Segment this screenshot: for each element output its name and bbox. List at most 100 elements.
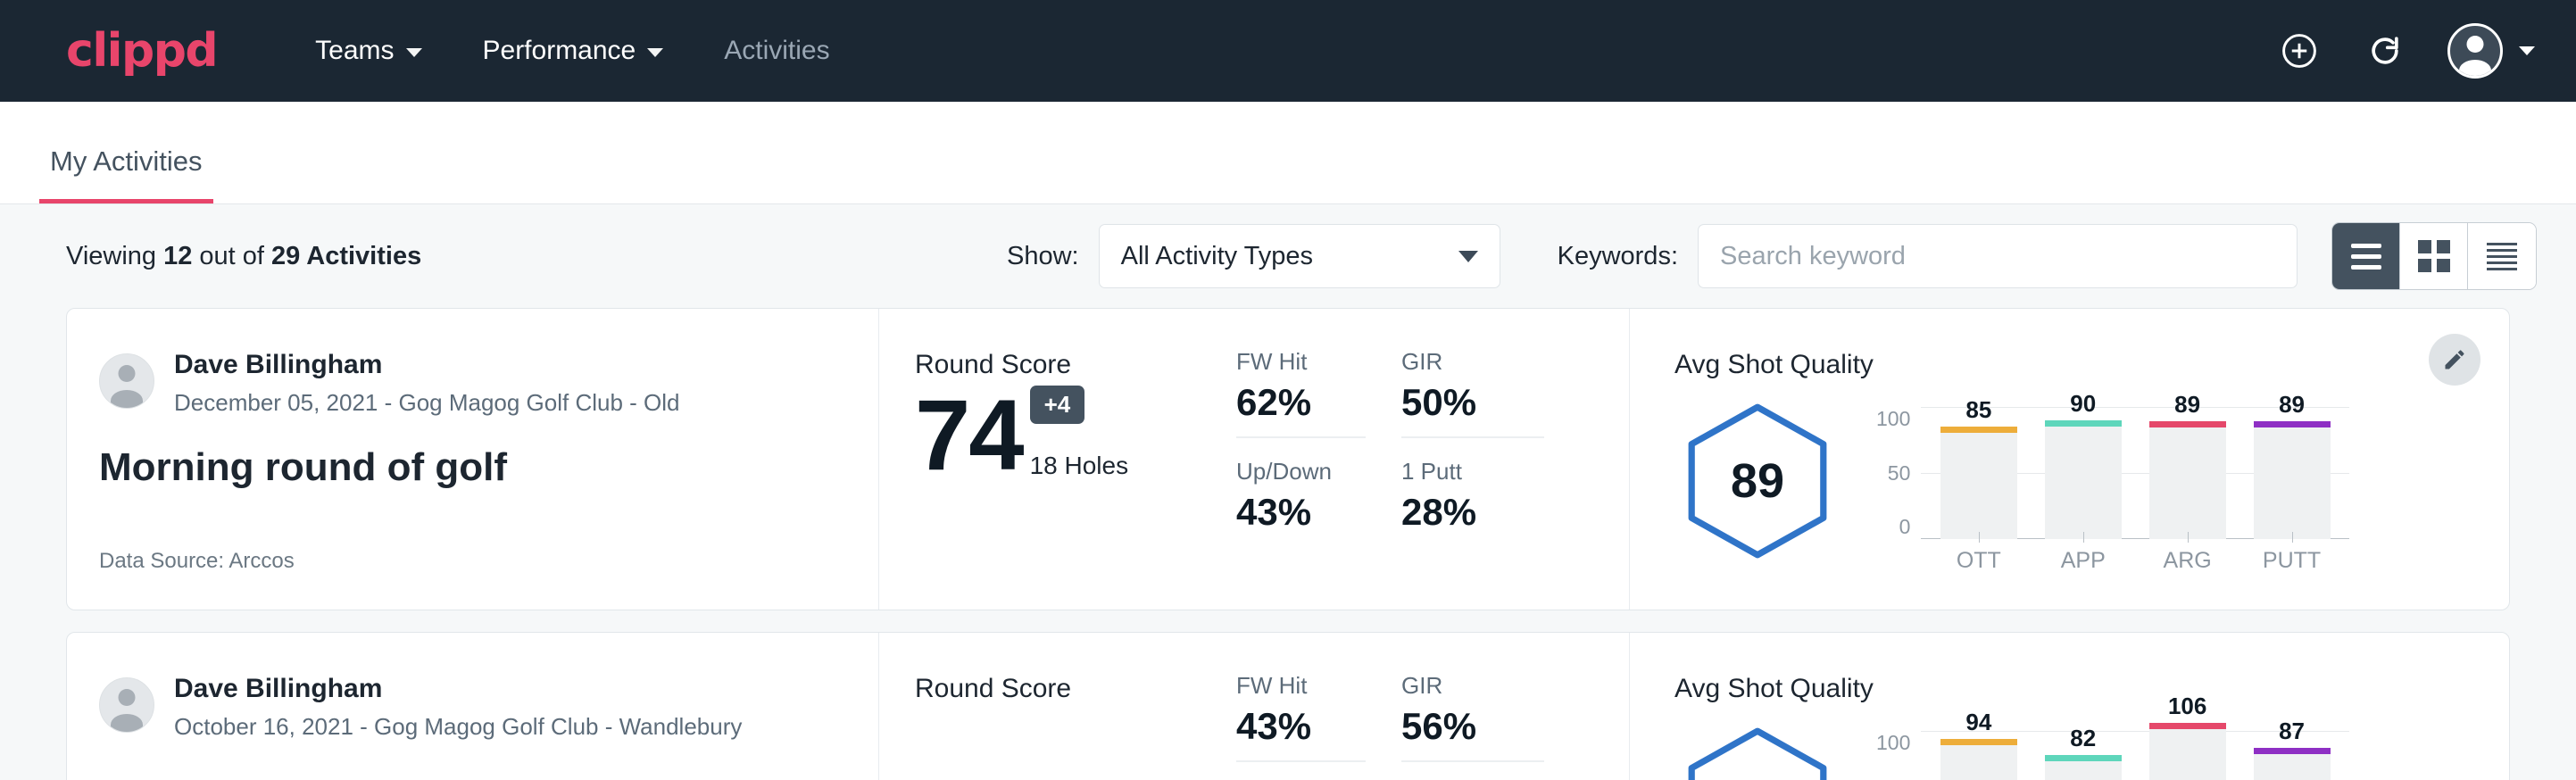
filter-controls: Show: All Activity Types Keywords:	[1007, 222, 2537, 290]
chart-plot: 94 82 106 8	[1921, 711, 2349, 780]
chart-x-axis: OTT APP ARG PUTT	[1921, 548, 2349, 574]
data-source: Data Source: Arccos	[99, 549, 843, 574]
viewing-count: 12	[163, 242, 192, 270]
stat-gir: GIR 50%	[1401, 348, 1544, 438]
bar-ott-value: 94	[1965, 709, 1991, 736]
chart-bars: 94 82 106 8	[1921, 711, 2349, 780]
author-name: Dave Billingham	[174, 350, 680, 381]
bar-app: 90	[2045, 420, 2122, 539]
avatar	[99, 677, 154, 733]
stat-up-down: Up/Down 43%	[1236, 458, 1366, 546]
shot-quality-chart: 100 50 0 94	[1876, 711, 2349, 780]
shot-quality-value: 89	[1674, 401, 1841, 561]
activity-type-select-value: All Activity Types	[1121, 242, 1313, 271]
viewing-middle: out of	[192, 242, 271, 270]
nav-item-teams[interactable]: Teams	[285, 36, 452, 66]
bar-app-value: 90	[2070, 390, 2096, 418]
activity-card[interactable]: Dave Billingham October 16, 2021 - Gog M…	[66, 632, 2510, 780]
nav-links: Teams Performance Activities	[285, 36, 860, 66]
x-label-arg: ARG	[2149, 548, 2226, 574]
activity-card[interactable]: Dave Billingham December 05, 2021 - Gog …	[66, 308, 2510, 610]
activity-summary: Dave Billingham October 16, 2021 - Gog M…	[67, 633, 879, 780]
author-name: Dave Billingham	[174, 674, 742, 705]
bar-ott: 94	[1940, 739, 2017, 780]
data-source-value: Arccos	[229, 549, 294, 573]
stat-gir-value: 56%	[1401, 705, 1544, 748]
avatar	[99, 353, 154, 409]
grid-view-icon	[2418, 240, 2450, 272]
activity-author: Dave Billingham December 05, 2021 - Gog …	[99, 350, 843, 417]
bar-putt-value: 89	[2279, 391, 2305, 419]
stat-fw-hit: FW Hit 62%	[1236, 348, 1366, 438]
nav-actions	[2276, 23, 2535, 79]
compact-view-button[interactable]	[2468, 223, 2536, 289]
search-input[interactable]	[1698, 224, 2298, 288]
tab-my-activities[interactable]: My Activities	[39, 145, 213, 203]
bar-ott: 85	[1940, 427, 2017, 539]
nav-item-performance-label: Performance	[483, 36, 636, 66]
show-label: Show:	[1007, 242, 1079, 271]
keywords-label: Keywords:	[1558, 242, 1678, 271]
shot-quality-hexagon: 89	[1674, 401, 1841, 561]
bar-arg: 89	[2149, 421, 2226, 539]
account-avatar-icon	[2447, 23, 2503, 79]
tab-bar: My Activities	[0, 102, 2576, 204]
chevron-down-icon	[406, 48, 422, 57]
nav-item-activities[interactable]: Activities	[694, 36, 860, 66]
stat-one-putt-value: 28%	[1401, 491, 1544, 534]
chart-bars: 85 90 89 89	[1921, 387, 2349, 539]
stat-fw-hit-value: 43%	[1236, 705, 1366, 748]
list-view-button[interactable]	[2332, 223, 2400, 289]
stat-gir: GIR 56%	[1401, 672, 1544, 762]
bar-arg: 106	[2149, 723, 2226, 780]
shot-quality-panel: Avg Shot Quality 100 50 0	[1629, 633, 2509, 780]
holes-played: 18 Holes	[1030, 452, 1129, 480]
stat-fw-hit-value: 62%	[1236, 381, 1366, 424]
round-score-value: 74	[915, 386, 1023, 485]
edit-activity-button[interactable]	[2429, 334, 2480, 386]
bar-putt-value: 87	[2279, 718, 2305, 745]
grid-view-button[interactable]	[2400, 223, 2468, 289]
activity-date-course: December 05, 2021 - Gog Magog Golf Club …	[174, 389, 680, 417]
chart-y-axis: 100 50 0	[1876, 731, 1921, 780]
nav-item-performance[interactable]: Performance	[453, 36, 694, 66]
stat-one-putt-label: 1 Putt	[1401, 458, 1544, 485]
avg-shot-quality-label: Avg Shot Quality	[1674, 350, 2393, 380]
round-stats-grid: FW Hit 43% GIR 56%	[1236, 633, 1629, 780]
y-tick-0: 0	[1899, 515, 1911, 539]
round-score-value-row: 74 +4 18 Holes	[915, 386, 1236, 485]
activity-summary: Dave Billingham December 05, 2021 - Gog …	[67, 309, 879, 610]
round-score-panel: Round Score	[879, 633, 1236, 780]
chevron-down-icon	[2519, 46, 2535, 55]
round-stats-grid: FW Hit 62% GIR 50% Up/Down 43% 1 Putt 28…	[1236, 309, 1629, 610]
top-navbar: clippd Teams Performance Activities	[0, 0, 2576, 102]
chevron-down-icon	[647, 48, 663, 57]
viewing-count-text: Viewing 12 out of 29 Activities	[66, 242, 421, 271]
stat-gir-label: GIR	[1401, 672, 1544, 700]
stat-fw-hit-label: FW Hit	[1236, 672, 1366, 700]
plus-circle-icon[interactable]	[2276, 28, 2323, 74]
y-tick-100: 100	[1876, 407, 1910, 431]
clippd-logo[interactable]: clippd	[66, 28, 217, 74]
refresh-icon[interactable]	[2362, 28, 2408, 74]
shot-quality-panel: Avg Shot Quality 89 100 50 0	[1629, 309, 2509, 610]
x-label-putt: PUTT	[2254, 548, 2331, 574]
bar-putt: 87	[2254, 748, 2331, 780]
nav-item-teams-label: Teams	[315, 36, 394, 66]
stat-fw-hit: FW Hit 43%	[1236, 672, 1366, 762]
list-view-icon	[2351, 244, 2381, 270]
account-menu[interactable]	[2447, 23, 2535, 79]
chart-plot: 85 90 89 89	[1921, 387, 2349, 574]
y-tick-50: 50	[1888, 461, 1911, 485]
bar-ott-value: 85	[1965, 396, 1991, 424]
x-label-ott: OTT	[1940, 548, 2017, 574]
activity-date-course: October 16, 2021 - Gog Magog Golf Club -…	[174, 713, 742, 741]
avg-shot-quality-label: Avg Shot Quality	[1674, 674, 2393, 704]
viewing-total: 29 Activities	[271, 242, 421, 270]
activity-list: Dave Billingham December 05, 2021 - Gog …	[0, 308, 2576, 780]
activity-title: Morning round of golf	[99, 445, 843, 490]
round-score-label: Round Score	[915, 674, 1236, 704]
activity-type-select[interactable]: All Activity Types	[1099, 224, 1500, 288]
round-score-label: Round Score	[915, 350, 1236, 380]
bar-app-value: 82	[2070, 725, 2096, 752]
